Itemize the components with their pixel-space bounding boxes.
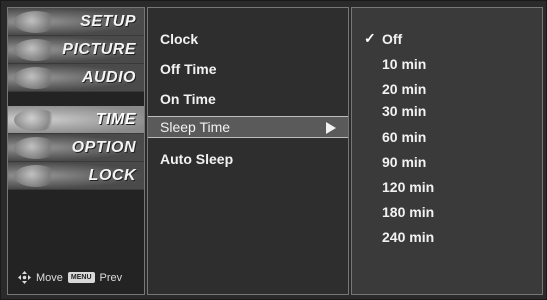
option-60-min[interactable]: 60 min [352, 126, 542, 148]
option-label: 240 min [382, 229, 435, 245]
option-180-min[interactable]: 180 min [352, 201, 542, 223]
option-off[interactable]: ✓ Off [352, 28, 542, 50]
item-off-time[interactable]: Off Time [148, 58, 348, 80]
option-30-min[interactable]: 30 min [352, 100, 542, 122]
option-label: 180 min [382, 204, 435, 220]
option-label: 20 min [382, 81, 427, 97]
category-label: PICTURE [62, 40, 136, 58]
time-icon [14, 109, 58, 131]
item-auto-sleep[interactable]: Auto Sleep [148, 148, 348, 170]
category-label: LOCK [88, 166, 136, 184]
category-option[interactable]: OPTION [8, 134, 144, 162]
category-picture[interactable]: PICTURE [8, 36, 144, 64]
category-audio[interactable]: AUDIO [8, 64, 144, 92]
move-arrows-icon [18, 271, 31, 284]
option-icon [14, 137, 58, 159]
item-on-time[interactable]: On Time [148, 88, 348, 110]
option-label: 10 min [382, 56, 427, 72]
option-label: 60 min [382, 129, 427, 145]
setup-icon [14, 11, 58, 33]
category-sidebar: SETUP PICTURE AUDIO TIME OPTION LOCK Mov… [7, 7, 145, 295]
menu-key-icon: MENU [67, 272, 95, 283]
item-clock[interactable]: Clock [148, 28, 348, 50]
picture-icon [14, 39, 58, 61]
option-label: 30 min [382, 103, 427, 119]
option-label: 120 min [382, 179, 435, 195]
option-label: Off [382, 31, 403, 47]
nav-legend: Move MENU Prev [18, 271, 122, 284]
category-time[interactable]: TIME [8, 106, 144, 134]
option-90-min[interactable]: 90 min [352, 151, 542, 173]
sleep-time-options: ✓ Off 10 min 20 min 30 min 60 min 90 min… [351, 7, 543, 295]
item-sleep-time[interactable]: Sleep Time [148, 116, 348, 138]
check-icon: ✓ [364, 30, 376, 46]
submenu-arrow-icon [326, 122, 336, 134]
item-label: Sleep Time [160, 119, 231, 135]
category-setup[interactable]: SETUP [8, 8, 144, 36]
audio-icon [14, 67, 58, 89]
item-label: Auto Sleep [160, 151, 234, 167]
item-label: On Time [160, 91, 216, 107]
category-label: AUDIO [81, 68, 136, 86]
item-label: Off Time [160, 61, 217, 77]
item-label: Clock [160, 31, 199, 47]
option-20-min[interactable]: 20 min [352, 78, 542, 100]
lock-icon [14, 165, 58, 187]
move-label: Move [36, 271, 63, 284]
option-240-min[interactable]: 240 min [352, 226, 542, 248]
category-label: SETUP [80, 12, 136, 30]
option-120-min[interactable]: 120 min [352, 176, 542, 198]
option-10-min[interactable]: 10 min [352, 53, 542, 75]
tv-osd-menu: SETUP PICTURE AUDIO TIME OPTION LOCK Mov… [0, 0, 547, 300]
category-label: TIME [95, 110, 136, 128]
option-label: 90 min [382, 154, 427, 170]
category-lock[interactable]: LOCK [8, 162, 144, 190]
time-items-list: Clock Off Time On Time Sleep Time Auto S… [147, 7, 349, 295]
category-label: OPTION [71, 138, 136, 156]
prev-label: Prev [99, 271, 123, 284]
